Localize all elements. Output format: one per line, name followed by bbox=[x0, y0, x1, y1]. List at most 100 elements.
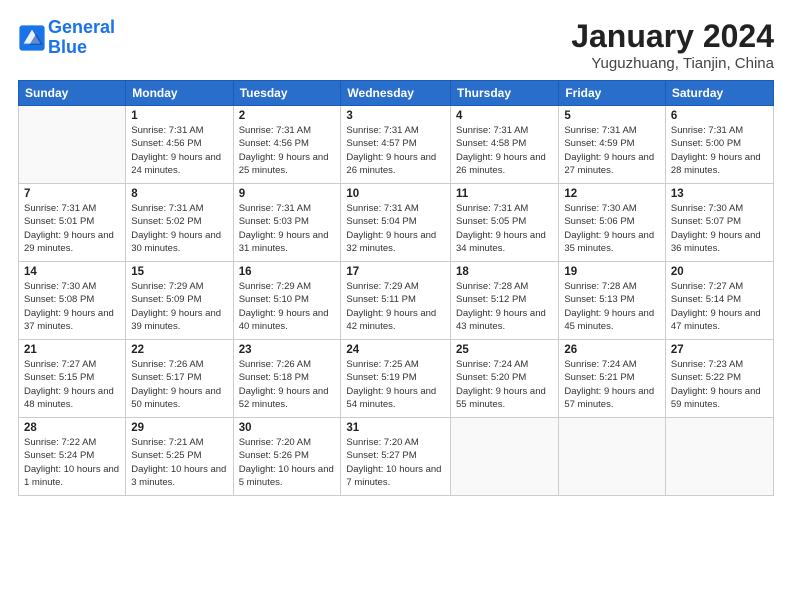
day-number: 30 bbox=[239, 422, 336, 434]
weekday-header-friday: Friday bbox=[559, 81, 666, 106]
calendar-cell: 1 Sunrise: 7:31 AM Sunset: 4:56 PM Daylig… bbox=[126, 106, 233, 184]
day-number: 25 bbox=[456, 344, 553, 356]
calendar-cell bbox=[559, 418, 666, 496]
calendar-cell: 11 Sunrise: 7:31 AM Sunset: 5:05 PM Dayli… bbox=[451, 184, 559, 262]
calendar-cell: 8Sunrise: 7:31 AM Sunset: 5:02 PM Daylig… bbox=[126, 184, 233, 262]
day-info: Sunrise: 7:29 AM Sunset: 5:11 PM Dayligh… bbox=[346, 280, 445, 333]
day-info: Sunrise: 7:31 AM Sunset: 5:00 PM Dayligh… bbox=[671, 124, 768, 177]
day-number: 6 bbox=[671, 110, 768, 122]
calendar-week-row: 14 Sunrise: 7:30 AM Sunset: 5:08 PM Dayli… bbox=[19, 262, 774, 340]
weekday-header-wednesday: Wednesday bbox=[341, 81, 451, 106]
calendar-cell: 4 Sunrise: 7:31 AM Sunset: 4:58 PM Daylig… bbox=[451, 106, 559, 184]
calendar-cell bbox=[19, 106, 126, 184]
day-number: 7 bbox=[24, 188, 120, 200]
calendar-cell: 5 Sunrise: 7:31 AM Sunset: 4:59 PM Daylig… bbox=[559, 106, 666, 184]
day-info: Sunrise: 7:31 AM Sunset: 5:05 PM Dayligh… bbox=[456, 202, 553, 255]
weekday-header-saturday: Saturday bbox=[665, 81, 773, 106]
day-number: 11 bbox=[456, 188, 553, 200]
calendar-cell: 25 Sunrise: 7:24 AM Sunset: 5:20 PM Dayli… bbox=[451, 340, 559, 418]
calendar-cell: 19Sunrise: 7:28 AM Sunset: 5:13 PM Dayli… bbox=[559, 262, 666, 340]
calendar-cell: 31 Sunrise: 7:20 AM Sunset: 5:27 PM Dayli… bbox=[341, 418, 451, 496]
logo-line1: General bbox=[48, 17, 115, 37]
day-number: 18 bbox=[456, 266, 553, 278]
day-info: Sunrise: 7:27 AM Sunset: 5:15 PM Dayligh… bbox=[24, 358, 120, 411]
day-number: 21 bbox=[24, 344, 120, 356]
calendar-cell: 15 Sunrise: 7:29 AM Sunset: 5:09 PM Dayli… bbox=[126, 262, 233, 340]
calendar-cell: 7 Sunrise: 7:31 AM Sunset: 5:01 PM Daylig… bbox=[19, 184, 126, 262]
calendar-cell: 30 Sunrise: 7:20 AM Sunset: 5:26 PM Dayli… bbox=[233, 418, 341, 496]
header: General Blue January 2024 Yuguzhuang, Ti… bbox=[18, 18, 774, 72]
day-info: Sunrise: 7:31 AM Sunset: 4:59 PM Dayligh… bbox=[564, 124, 660, 177]
day-number: 2 bbox=[239, 110, 336, 122]
day-number: 23 bbox=[239, 344, 336, 356]
day-info: Sunrise: 7:29 AM Sunset: 5:10 PM Dayligh… bbox=[239, 280, 336, 333]
day-info: Sunrise: 7:24 AM Sunset: 5:21 PM Dayligh… bbox=[564, 358, 660, 411]
day-info: Sunrise: 7:20 AM Sunset: 5:27 PM Dayligh… bbox=[346, 436, 445, 489]
day-number: 22 bbox=[131, 344, 227, 356]
day-number: 26 bbox=[564, 344, 660, 356]
day-number: 13 bbox=[671, 188, 768, 200]
day-info: Sunrise: 7:25 AM Sunset: 5:19 PM Dayligh… bbox=[346, 358, 445, 411]
logo: General Blue bbox=[18, 18, 115, 58]
calendar-week-row: 21 Sunrise: 7:27 AM Sunset: 5:15 PM Dayli… bbox=[19, 340, 774, 418]
month-title: January 2024 bbox=[571, 18, 774, 55]
calendar-week-row: 1 Sunrise: 7:31 AM Sunset: 4:56 PM Daylig… bbox=[19, 106, 774, 184]
day-info: Sunrise: 7:31 AM Sunset: 5:04 PM Dayligh… bbox=[346, 202, 445, 255]
location-subtitle: Yuguzhuang, Tianjin, China bbox=[571, 55, 774, 72]
calendar-cell bbox=[665, 418, 773, 496]
calendar-cell: 9Sunrise: 7:31 AM Sunset: 5:03 PM Daylig… bbox=[233, 184, 341, 262]
day-number: 27 bbox=[671, 344, 768, 356]
day-number: 16 bbox=[239, 266, 336, 278]
logo-line2: Blue bbox=[48, 37, 87, 57]
day-info: Sunrise: 7:31 AM Sunset: 4:56 PM Dayligh… bbox=[131, 124, 227, 177]
calendar-cell: 17Sunrise: 7:29 AM Sunset: 5:11 PM Dayli… bbox=[341, 262, 451, 340]
title-section: January 2024 Yuguzhuang, Tianjin, China bbox=[571, 18, 774, 72]
day-info: Sunrise: 7:29 AM Sunset: 5:09 PM Dayligh… bbox=[131, 280, 227, 333]
day-info: Sunrise: 7:31 AM Sunset: 4:56 PM Dayligh… bbox=[239, 124, 336, 177]
weekday-header-row: SundayMondayTuesdayWednesdayThursdayFrid… bbox=[19, 81, 774, 106]
calendar-cell bbox=[451, 418, 559, 496]
calendar-cell: 23 Sunrise: 7:26 AM Sunset: 5:18 PM Dayli… bbox=[233, 340, 341, 418]
day-info: Sunrise: 7:27 AM Sunset: 5:14 PM Dayligh… bbox=[671, 280, 768, 333]
day-number: 31 bbox=[346, 422, 445, 434]
day-number: 8 bbox=[131, 188, 227, 200]
day-number: 29 bbox=[131, 422, 227, 434]
day-info: Sunrise: 7:24 AM Sunset: 5:20 PM Dayligh… bbox=[456, 358, 553, 411]
day-info: Sunrise: 7:22 AM Sunset: 5:24 PM Dayligh… bbox=[24, 436, 120, 489]
day-info: Sunrise: 7:30 AM Sunset: 5:07 PM Dayligh… bbox=[671, 202, 768, 255]
day-number: 3 bbox=[346, 110, 445, 122]
day-number: 14 bbox=[24, 266, 120, 278]
day-info: Sunrise: 7:31 AM Sunset: 5:01 PM Dayligh… bbox=[24, 202, 120, 255]
weekday-header-tuesday: Tuesday bbox=[233, 81, 341, 106]
logo-icon bbox=[18, 24, 46, 52]
logo-text: General Blue bbox=[48, 18, 115, 58]
day-number: 20 bbox=[671, 266, 768, 278]
calendar-cell: 18Sunrise: 7:28 AM Sunset: 5:12 PM Dayli… bbox=[451, 262, 559, 340]
calendar-cell: 22Sunrise: 7:26 AM Sunset: 5:17 PM Dayli… bbox=[126, 340, 233, 418]
day-info: Sunrise: 7:20 AM Sunset: 5:26 PM Dayligh… bbox=[239, 436, 336, 489]
day-info: Sunrise: 7:21 AM Sunset: 5:25 PM Dayligh… bbox=[131, 436, 227, 489]
day-number: 1 bbox=[131, 110, 227, 122]
calendar-cell: 26 Sunrise: 7:24 AM Sunset: 5:21 PM Dayli… bbox=[559, 340, 666, 418]
day-number: 10 bbox=[346, 188, 445, 200]
calendar-cell: 13 Sunrise: 7:30 AM Sunset: 5:07 PM Dayli… bbox=[665, 184, 773, 262]
day-number: 24 bbox=[346, 344, 445, 356]
day-number: 4 bbox=[456, 110, 553, 122]
calendar-cell: 16 Sunrise: 7:29 AM Sunset: 5:10 PM Dayli… bbox=[233, 262, 341, 340]
day-info: Sunrise: 7:31 AM Sunset: 4:58 PM Dayligh… bbox=[456, 124, 553, 177]
calendar-cell: 24 Sunrise: 7:25 AM Sunset: 5:19 PM Dayli… bbox=[341, 340, 451, 418]
weekday-header-monday: Monday bbox=[126, 81, 233, 106]
day-number: 5 bbox=[564, 110, 660, 122]
calendar-cell: 3Sunrise: 7:31 AM Sunset: 4:57 PM Daylig… bbox=[341, 106, 451, 184]
calendar-week-row: 7 Sunrise: 7:31 AM Sunset: 5:01 PM Daylig… bbox=[19, 184, 774, 262]
calendar-cell: 12Sunrise: 7:30 AM Sunset: 5:06 PM Dayli… bbox=[559, 184, 666, 262]
day-number: 9 bbox=[239, 188, 336, 200]
day-info: Sunrise: 7:26 AM Sunset: 5:18 PM Dayligh… bbox=[239, 358, 336, 411]
day-info: Sunrise: 7:30 AM Sunset: 5:06 PM Dayligh… bbox=[564, 202, 660, 255]
calendar-week-row: 28Sunrise: 7:22 AM Sunset: 5:24 PM Dayli… bbox=[19, 418, 774, 496]
day-info: Sunrise: 7:23 AM Sunset: 5:22 PM Dayligh… bbox=[671, 358, 768, 411]
calendar-cell: 29 Sunrise: 7:21 AM Sunset: 5:25 PM Dayli… bbox=[126, 418, 233, 496]
calendar-cell: 10 Sunrise: 7:31 AM Sunset: 5:04 PM Dayli… bbox=[341, 184, 451, 262]
day-number: 15 bbox=[131, 266, 227, 278]
day-info: Sunrise: 7:30 AM Sunset: 5:08 PM Dayligh… bbox=[24, 280, 120, 333]
